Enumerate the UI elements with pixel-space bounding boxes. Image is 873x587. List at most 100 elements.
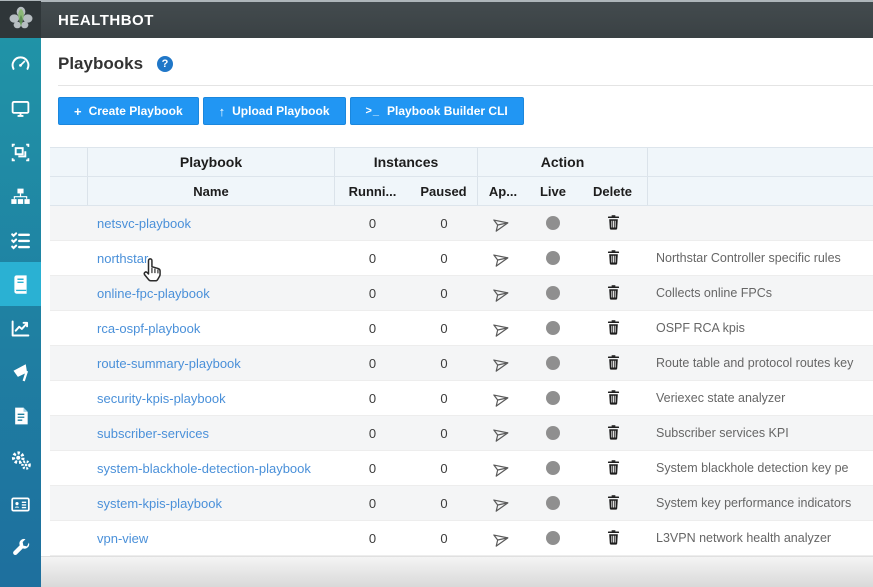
playbook-name-link[interactable]: online-fpc-playbook: [97, 286, 210, 301]
live-dot[interactable]: [546, 496, 560, 510]
paper-plane-icon: [495, 458, 512, 478]
apply-button[interactable]: [478, 381, 528, 415]
help-icon[interactable]: ?: [157, 56, 173, 72]
sidebar-item-charts[interactable]: [0, 306, 41, 350]
live-dot[interactable]: [546, 356, 560, 370]
app-title: HEALTHBOT: [58, 12, 154, 29]
sidebar-item-tools[interactable]: [0, 526, 41, 570]
upload-playbook-button[interactable]: ↑ Upload Playbook: [203, 97, 346, 125]
paused-count: 0: [410, 206, 478, 240]
sidebar-item-sitemap[interactable]: [0, 174, 41, 218]
live-dot[interactable]: [546, 251, 560, 265]
playbook-name-link[interactable]: system-blackhole-detection-playbook: [97, 461, 311, 476]
title-divider: [58, 85, 873, 86]
delete-button[interactable]: [578, 346, 648, 380]
delete-button[interactable]: [578, 416, 648, 450]
apply-button[interactable]: [478, 276, 528, 310]
trash-icon: [606, 459, 621, 478]
sidebar-item-checklist[interactable]: [0, 218, 41, 262]
playbook-description: L3VPN network health analyzer: [648, 521, 873, 555]
delete-button[interactable]: [578, 206, 648, 240]
paper-plane-icon: [495, 318, 512, 338]
playbook-builder-cli-button[interactable]: >_ Playbook Builder CLI: [350, 97, 524, 125]
paused-count: 0: [410, 416, 478, 450]
playbook-description: Route table and protocol routes key: [648, 346, 873, 380]
terminal-icon: >_: [366, 106, 381, 117]
apply-button[interactable]: [478, 451, 528, 485]
delete-button[interactable]: [578, 451, 648, 485]
sidebar-item-playbooks[interactable]: [0, 262, 41, 306]
playbook-name-link[interactable]: vpn-view: [97, 531, 148, 546]
playbook-name-link[interactable]: netsvc-playbook: [97, 216, 191, 231]
sub-header-running: Runni...: [335, 177, 410, 205]
group-header-description: [648, 148, 873, 176]
delete-button[interactable]: [578, 486, 648, 520]
sub-header-name: Name: [88, 177, 335, 205]
row-spacer: [50, 451, 88, 485]
sidebar-item-monitor[interactable]: [0, 86, 41, 130]
toolbar: + Create Playbook ↑ Upload Playbook >_ P…: [58, 97, 873, 125]
flag-icon: [10, 362, 31, 383]
playbook-description: Collects online FPCs: [648, 276, 873, 310]
playbook-name-cell: northstar: [88, 241, 335, 275]
playbook-name-link[interactable]: route-summary-playbook: [97, 356, 241, 371]
delete-button[interactable]: [578, 381, 648, 415]
live-dot[interactable]: [546, 426, 560, 440]
table-row: system-kpis-playbook 0 0: [50, 486, 873, 521]
live-dot[interactable]: [546, 461, 560, 475]
paper-plane-icon: [495, 283, 512, 303]
delete-button[interactable]: [578, 521, 648, 555]
table-group-header-row: Playbook Instances Action: [50, 147, 873, 177]
live-dot[interactable]: [546, 286, 560, 300]
row-spacer: [50, 521, 88, 555]
apply-button[interactable]: [478, 346, 528, 380]
apply-button[interactable]: [478, 416, 528, 450]
sidebar-item-id-card[interactable]: [0, 482, 41, 526]
live-cell: [528, 486, 578, 520]
live-dot[interactable]: [546, 391, 560, 405]
id-card-icon: [10, 494, 31, 515]
running-count: 0: [335, 206, 410, 240]
playbook-name-link[interactable]: rca-ospf-playbook: [97, 321, 200, 336]
apply-button[interactable]: [478, 311, 528, 345]
playbook-name-link[interactable]: subscriber-services: [97, 426, 209, 441]
delete-button[interactable]: [578, 241, 648, 275]
trash-icon: [606, 494, 621, 513]
sidebar-item-document[interactable]: [0, 394, 41, 438]
sub-header-paused: Paused: [410, 177, 478, 205]
sidebar-item-flag[interactable]: [0, 350, 41, 394]
delete-button[interactable]: [578, 276, 648, 310]
apply-button[interactable]: [478, 241, 528, 275]
playbook-description: System blackhole detection key pe: [648, 451, 873, 485]
sidebar-item-object-group[interactable]: [0, 130, 41, 174]
apply-button[interactable]: [478, 486, 528, 520]
playbook-name-link[interactable]: northstar: [97, 251, 148, 266]
live-dot[interactable]: [546, 216, 560, 230]
apply-button[interactable]: [478, 521, 528, 555]
live-dot[interactable]: [546, 321, 560, 335]
running-count: 0: [335, 381, 410, 415]
playbook-name-link[interactable]: security-kpis-playbook: [97, 391, 226, 406]
sidebar-item-settings[interactable]: [0, 438, 41, 482]
paused-count: 0: [410, 486, 478, 520]
table-body: netsvc-playbook 0 0: [50, 206, 873, 556]
running-count: 0: [335, 276, 410, 310]
paused-count: 0: [410, 346, 478, 380]
object-group-icon: [10, 142, 31, 163]
create-playbook-button[interactable]: + Create Playbook: [58, 97, 199, 125]
apply-button[interactable]: [478, 206, 528, 240]
sidebar-item-gauge[interactable]: [0, 42, 41, 86]
live-dot[interactable]: [546, 531, 560, 545]
row-spacer: [50, 241, 88, 275]
live-cell: [528, 276, 578, 310]
delete-button[interactable]: [578, 311, 648, 345]
playbook-name-link[interactable]: system-kpis-playbook: [97, 496, 222, 511]
playbook-description: Northstar Controller specific rules: [648, 241, 873, 275]
table-row: subscriber-services 0 0: [50, 416, 873, 451]
page-title: Playbooks: [58, 54, 143, 74]
trash-icon: [606, 529, 621, 548]
playbook-name-cell: security-kpis-playbook: [88, 381, 335, 415]
row-spacer: [50, 276, 88, 310]
group-header-instances: Instances: [335, 148, 478, 176]
table-row: route-summary-playbook 0 0: [50, 346, 873, 381]
